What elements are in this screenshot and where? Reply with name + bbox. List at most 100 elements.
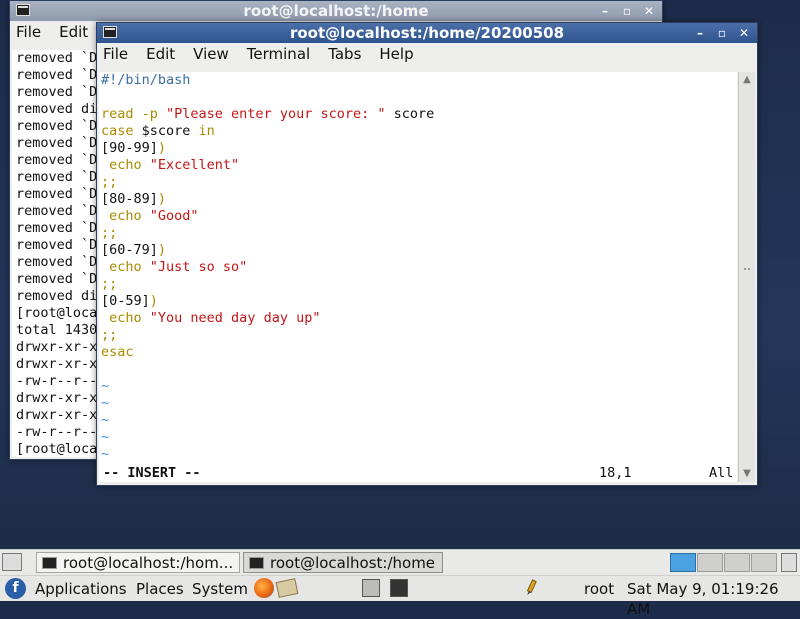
taskbar-item-label: root@localhost:/home bbox=[270, 554, 436, 572]
workspace-4[interactable] bbox=[751, 553, 777, 572]
window-taskbar: root@localhost:/hom... root@localhost:/h… bbox=[0, 549, 800, 575]
user-name[interactable]: root bbox=[584, 579, 614, 599]
maximize-button[interactable]: ▫ bbox=[713, 25, 731, 41]
vim-token: ~ bbox=[101, 378, 110, 394]
vim-token: echo bbox=[101, 259, 150, 275]
vim-line: echo "You need day day up" bbox=[99, 310, 737, 327]
vim-token: "Good" bbox=[149, 208, 199, 224]
vim-token: ;; bbox=[101, 276, 118, 292]
scroll-down-arrow-icon[interactable]: ▼ bbox=[739, 466, 755, 482]
trash-icon[interactable] bbox=[781, 553, 797, 572]
vim-line: echo "Excellent" bbox=[99, 157, 737, 174]
menu-tabs[interactable]: Tabs bbox=[328, 45, 361, 63]
vim-token: "Just so so" bbox=[149, 259, 248, 275]
close-button[interactable]: ✕ bbox=[640, 3, 658, 19]
vim-token: in bbox=[190, 123, 215, 139]
back-window-titlebar[interactable]: root@localhost:/home – ▫ ✕ bbox=[10, 1, 662, 21]
vim-token: esac bbox=[101, 344, 134, 360]
vim-line: ;; bbox=[99, 174, 737, 191]
vim-token: read -p bbox=[101, 106, 167, 122]
scroll-grip[interactable] bbox=[744, 268, 750, 280]
vim-token: ;; bbox=[101, 174, 118, 190]
vim-token: score bbox=[385, 106, 435, 122]
vim-line: ;; bbox=[99, 225, 737, 242]
fedora-logo-icon[interactable]: f bbox=[5, 578, 26, 599]
vim-token: $score bbox=[141, 123, 191, 139]
vim-token: ;; bbox=[101, 225, 118, 241]
vim-token: echo bbox=[101, 208, 150, 224]
front-window-title: root@localhost:/home/20200508 bbox=[289, 24, 565, 42]
vim-line: ~ bbox=[99, 429, 737, 446]
vim-token: case bbox=[101, 123, 142, 139]
vim-token: "You need day day up" bbox=[149, 310, 321, 326]
vim-line: ~ bbox=[99, 378, 737, 395]
vim-line: echo "Good" bbox=[99, 208, 737, 225]
vim-buffer[interactable]: #!/bin/bash read -p "Please enter your sc… bbox=[99, 72, 737, 463]
menu-edit[interactable]: Edit bbox=[59, 23, 88, 41]
workspace-3[interactable] bbox=[724, 553, 750, 572]
vim-line: [0-59]) bbox=[99, 293, 737, 310]
taskbar-item-back-terminal[interactable]: root@localhost:/hom... bbox=[36, 552, 240, 573]
vertical-scrollbar[interactable]: ▲ ▼ bbox=[738, 72, 755, 482]
vim-token: ~ bbox=[101, 429, 110, 445]
vim-line: esac bbox=[99, 344, 737, 361]
front-window-titlebar[interactable]: root@localhost:/home/20200508 – ▫ ✕ bbox=[97, 23, 757, 43]
menu-applications[interactable]: Applications bbox=[35, 579, 127, 599]
vim-line: ~ bbox=[99, 446, 737, 463]
vim-line: ;; bbox=[99, 327, 737, 344]
vim-token: [80-89] bbox=[101, 191, 158, 207]
vim-line: [60-79]) bbox=[99, 242, 737, 259]
menu-file[interactable]: File bbox=[103, 45, 128, 63]
terminal-icon bbox=[249, 557, 264, 569]
vim-token: "Excellent" bbox=[149, 157, 240, 173]
vim-line: read -p "Please enter your score: " scor… bbox=[99, 106, 737, 123]
vim-token: ) bbox=[149, 293, 158, 309]
scroll-up-arrow-icon[interactable]: ▲ bbox=[739, 72, 755, 88]
vim-cursor-position: 18,1 bbox=[599, 465, 632, 481]
taskbar-item-front-terminal[interactable]: root@localhost:/home bbox=[243, 552, 443, 573]
vim-statusline: -- INSERT -- 18,1 All bbox=[101, 465, 737, 482]
maximize-button[interactable]: ▫ bbox=[618, 3, 636, 19]
menu-file[interactable]: File bbox=[16, 23, 41, 41]
menu-help[interactable]: Help bbox=[379, 45, 413, 63]
vim-line bbox=[99, 89, 737, 106]
vim-line: [90-99]) bbox=[99, 140, 737, 157]
front-menubar: File Edit View Terminal Tabs Help bbox=[97, 43, 757, 65]
vim-line: ~ bbox=[99, 412, 737, 429]
menu-places[interactable]: Places bbox=[136, 579, 184, 599]
close-button[interactable]: ✕ bbox=[735, 25, 753, 41]
vim-token: ) bbox=[157, 191, 167, 207]
menu-view[interactable]: View bbox=[193, 45, 229, 63]
gnome-panel: f Applications Places System root Sat Ma… bbox=[0, 575, 800, 618]
monitor-icon[interactable] bbox=[362, 579, 380, 597]
back-window-title: root@localhost:/home bbox=[243, 2, 429, 20]
workspace-1[interactable] bbox=[670, 553, 696, 572]
menu-edit[interactable]: Edit bbox=[146, 45, 175, 63]
vim-token: echo bbox=[101, 157, 150, 173]
terminal-launcher-icon[interactable] bbox=[390, 579, 408, 597]
vim-token: ~ bbox=[101, 412, 110, 428]
vim-editor[interactable]: #!/bin/bash read -p "Please enter your sc… bbox=[99, 72, 737, 482]
vim-token: ~ bbox=[101, 446, 110, 462]
mail-icon[interactable] bbox=[275, 578, 299, 598]
vim-token: ~ bbox=[101, 395, 110, 411]
menu-system[interactable]: System bbox=[192, 579, 248, 599]
pencil-icon[interactable] bbox=[522, 579, 540, 597]
front-terminal-window[interactable]: root@localhost:/home/20200508 – ▫ ✕ File… bbox=[96, 22, 758, 486]
vim-token: "Please enter your score: " bbox=[166, 106, 386, 122]
vim-line: [80-89]) bbox=[99, 191, 737, 208]
vim-token: [60-79] bbox=[101, 242, 158, 258]
workspace-2[interactable] bbox=[697, 553, 723, 572]
show-desktop-icon[interactable] bbox=[2, 553, 22, 571]
menu-terminal[interactable]: Terminal bbox=[247, 45, 310, 63]
firefox-icon[interactable] bbox=[254, 578, 274, 598]
taskbar-item-label: root@localhost:/hom... bbox=[63, 554, 234, 572]
clock[interactable]: Sat May 9, 01:19:26 AM bbox=[627, 579, 800, 619]
vim-line: ;; bbox=[99, 276, 737, 293]
minimize-button[interactable]: – bbox=[596, 3, 614, 19]
vim-scroll-indicator: All bbox=[709, 465, 734, 481]
minimize-button[interactable]: – bbox=[691, 25, 709, 41]
vim-token: ) bbox=[157, 242, 167, 258]
terminal-icon bbox=[103, 26, 117, 38]
vim-mode-indicator: -- INSERT -- bbox=[103, 465, 201, 481]
